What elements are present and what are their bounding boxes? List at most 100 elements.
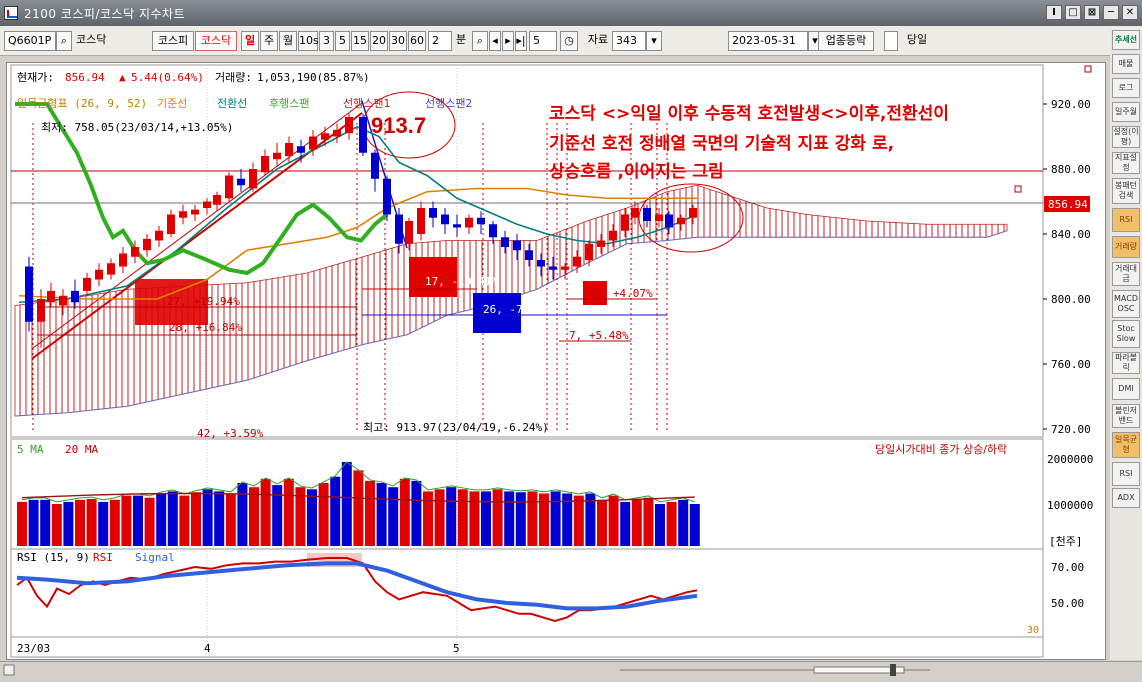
week-button[interactable]: 주 (260, 31, 278, 51)
min-60-button[interactable]: 60 (408, 31, 426, 51)
data-count-input[interactable]: 343 (612, 31, 646, 51)
tile-button[interactable]: ⊠ (1084, 5, 1100, 20)
sidebar-button[interactable]: 볼린저밴드 (1112, 404, 1140, 428)
volume-bar (492, 489, 503, 546)
sidebar-button[interactable]: RSI (1112, 208, 1140, 232)
candle (665, 214, 673, 228)
volume-bar (434, 489, 445, 546)
sidebar-button[interactable]: 설정(이평) (1112, 126, 1140, 148)
volume-bar (191, 492, 201, 546)
sidebar-button[interactable]: 일목균형 (1112, 432, 1140, 458)
sidebar-button[interactable]: 매물 (1112, 54, 1140, 74)
legend-ichimoku: 일목균형표 (26, 9, 52) (17, 96, 147, 110)
candle (465, 217, 473, 228)
zoom-icon[interactable]: ⌕ (472, 31, 488, 51)
kospi-button[interactable]: 코스피 (152, 31, 194, 51)
comment-line-2: 기준선 호전 정배열 국면의 기술적 지표 강화 로, (549, 134, 894, 154)
volume-bar (318, 483, 329, 546)
volume-bar (51, 504, 62, 546)
min-30-button[interactable]: 30 (389, 31, 407, 51)
volume-bar (260, 478, 271, 546)
candle (321, 133, 329, 140)
sidebar-button[interactable]: DMI (1112, 378, 1140, 400)
end-icon[interactable]: ▸| (515, 31, 527, 51)
volume-bar (40, 499, 51, 546)
info-button[interactable]: I (1046, 5, 1062, 20)
volume-bar (17, 501, 27, 546)
candle (203, 201, 211, 208)
sidebar-button[interactable]: 지표설정 (1112, 152, 1140, 174)
sector-button[interactable]: 업종등락 (818, 31, 874, 51)
minute-input[interactable]: 2 (428, 31, 452, 51)
candle (119, 253, 127, 267)
date-input[interactable]: 2023-05-31 (728, 31, 808, 51)
change-value: 5.44(0.64%) (131, 71, 204, 84)
today-checkbox[interactable] (884, 31, 898, 51)
clock-icon[interactable]: ◷ (560, 31, 578, 51)
sidebar-button[interactable]: RSI (1112, 462, 1140, 486)
tick-10s-button[interactable]: 10s (298, 31, 319, 51)
sidebar-button[interactable]: 거래량 (1112, 236, 1140, 258)
min-5-button[interactable]: 5 (335, 31, 350, 51)
vol-legend-ma20: 20 MA (65, 443, 98, 456)
volume-bar (620, 501, 631, 546)
candle (83, 277, 91, 291)
candle (191, 209, 199, 215)
current-label: 현재가: (17, 71, 54, 84)
volume-bar (237, 483, 248, 546)
candle (59, 295, 67, 306)
day-button[interactable]: 일 (241, 31, 259, 51)
restore-button[interactable]: □ (1065, 5, 1081, 20)
min-3-button[interactable]: 3 (319, 31, 334, 51)
volume-bar (225, 493, 236, 546)
min-20-button[interactable]: 20 (370, 31, 388, 51)
count-input[interactable]: 5 (529, 31, 557, 51)
volume-bar (678, 499, 689, 546)
volume-bar (689, 504, 700, 546)
volume-bar (353, 470, 364, 546)
candle (525, 250, 533, 260)
volume-bar (86, 498, 97, 546)
candle (155, 230, 163, 241)
measure-5: 5, +4.07% (593, 287, 653, 300)
volume-bar (202, 489, 213, 546)
volume-bar (643, 497, 654, 546)
candle (417, 208, 425, 234)
candle (309, 136, 317, 150)
sidebar-button[interactable]: MACD OSC (1112, 290, 1140, 318)
volume-bar (666, 501, 677, 546)
minimize-button[interactable]: ─ (1103, 5, 1119, 20)
sidebar-button[interactable]: Stoc Slow (1112, 320, 1140, 348)
volume-bar (550, 491, 561, 546)
sidebar-button[interactable]: 거래대금 (1112, 262, 1140, 286)
volume-bar (457, 489, 468, 546)
month-button[interactable]: 월 (279, 31, 297, 51)
x-tick-mar: 23/03 (17, 642, 50, 655)
code-input[interactable]: Q6601P (4, 31, 56, 51)
candle (143, 238, 151, 251)
volume-bar (399, 478, 410, 546)
sidebar-button[interactable]: 파라볼릭 (1112, 352, 1140, 374)
next-icon[interactable]: ▸ (502, 31, 514, 51)
candle (585, 243, 593, 260)
sidebar-button[interactable]: 로그 (1112, 78, 1140, 98)
candle (225, 175, 233, 199)
chevron-down-icon[interactable]: ▾ (646, 31, 662, 51)
volume-bar (179, 495, 190, 546)
chart-area[interactable]: 현재가: 856.94 ▲ 5.44(0.64%) 거래량: 1,053,190… (6, 62, 1106, 660)
candle (179, 211, 187, 218)
search-icon[interactable]: ⌕ (56, 31, 72, 51)
sidebar-button[interactable]: 추세선 (1112, 30, 1140, 50)
close-button[interactable]: ✕ (1122, 5, 1138, 20)
prev-icon[interactable]: ◂ (489, 31, 501, 51)
candle (47, 290, 55, 303)
toolbar: Q6601P ⌕ 코스닥 코스피 코스닥 일 주 월 10s 3 5 15 20… (0, 26, 1142, 56)
candle (131, 247, 139, 257)
data-label: 자료 (587, 33, 609, 46)
sidebar-button[interactable]: 일주월 (1112, 102, 1140, 122)
vol-legend-ma5: 5 MA (17, 443, 44, 456)
kosdaq-button[interactable]: 코스닥 (195, 31, 237, 51)
sidebar-button[interactable]: ADX (1112, 488, 1140, 508)
sidebar-button[interactable]: 봉패턴검색 (1112, 178, 1140, 204)
min-15-button[interactable]: 15 (351, 31, 369, 51)
